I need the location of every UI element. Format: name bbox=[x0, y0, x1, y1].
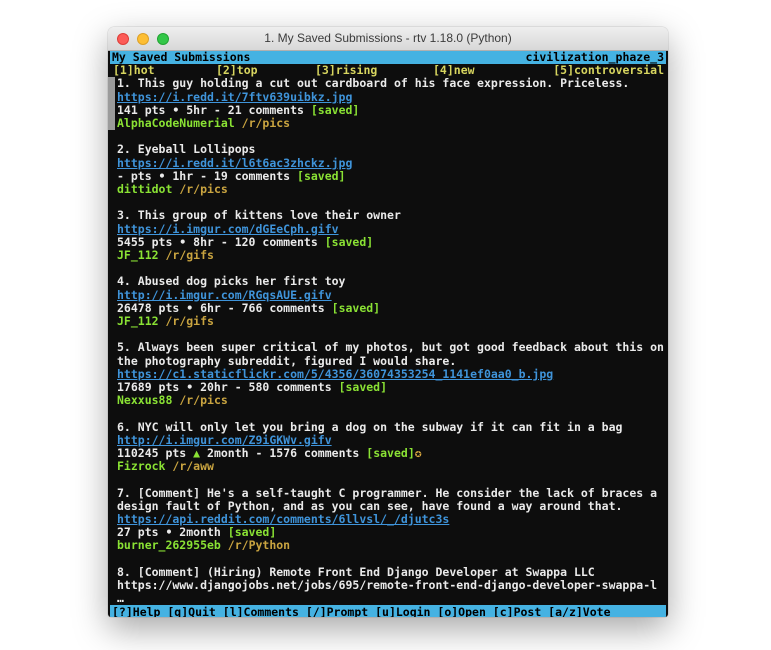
submission-subreddit: /r/gifs bbox=[165, 248, 213, 262]
submission-byline: JF_112 /r/gifs bbox=[110, 315, 666, 328]
submission-subreddit: /r/Python bbox=[228, 538, 290, 552]
submission-subreddit: /r/pics bbox=[179, 182, 227, 196]
stats-text: 5455 pts • 8hr - 120 comments bbox=[117, 235, 325, 249]
submission-title: 6. NYC will only let you bring a dog on … bbox=[110, 421, 666, 434]
submission-title: 7. [Comment] He's a self-taught C progra… bbox=[110, 487, 666, 513]
submission-6[interactable]: 6. NYC will only let you bring a dog on … bbox=[110, 421, 666, 474]
submission-subreddit: /r/pics bbox=[179, 393, 227, 407]
stats-text: 17689 pts • 20hr - 580 comments bbox=[117, 380, 339, 394]
submission-author: burner_262955eb bbox=[117, 538, 221, 552]
saved-or-vote-indicator: [saved] bbox=[366, 446, 414, 460]
saved-or-vote-indicator: [saved] bbox=[325, 235, 373, 249]
submission-title: 8. [Comment] (Hiring) Remote Front End D… bbox=[110, 566, 666, 592]
submission-byline: JF_112 /r/gifs bbox=[110, 249, 666, 262]
stats-text: 26478 pts • 6hr - 766 comments bbox=[117, 301, 332, 315]
submission-subreddit: /r/aww bbox=[172, 459, 214, 473]
submission-byline: AlphaCodeNumerial /r/pics bbox=[110, 117, 666, 130]
submission-byline: burner_262955eb /r/Python bbox=[110, 539, 666, 552]
truncation-ellipsis: … bbox=[110, 592, 666, 605]
submission-title: 2. Eyeball Lollipops bbox=[110, 143, 666, 156]
gilded-icon: ✪ bbox=[415, 446, 422, 460]
window-titlebar[interactable]: 1. My Saved Submissions - rtv 1.18.0 (Py… bbox=[108, 27, 668, 51]
submission-author: AlphaCodeNumerial bbox=[117, 116, 235, 130]
saved-or-vote-indicator: [saved] bbox=[332, 301, 380, 315]
submission-title: 1. This guy holding a cut out cardboard … bbox=[110, 77, 666, 90]
submission-author: JF_112 bbox=[117, 248, 159, 262]
submission-4[interactable]: 4. Abused dog picks her first toyhttp://… bbox=[110, 275, 666, 328]
submission-byline: Nexxus88 /r/pics bbox=[110, 394, 666, 407]
stats-text: 2month - 1576 comments bbox=[200, 446, 366, 460]
saved-or-vote-indicator: [saved] bbox=[339, 380, 387, 394]
submission-title: 3. This group of kittens love their owne… bbox=[110, 209, 666, 222]
submission-list: 1. This guy holding a cut out cardboard … bbox=[110, 77, 666, 605]
terminal-window: 1. My Saved Submissions - rtv 1.18.0 (Py… bbox=[108, 27, 668, 617]
stats-text: 141 pts • 5hr - 21 comments bbox=[117, 103, 311, 117]
submission-subreddit: /r/pics bbox=[242, 116, 290, 130]
submission-title: 5. Always been super critical of my phot… bbox=[110, 341, 666, 367]
submission-3[interactable]: 3. This group of kittens love their owne… bbox=[110, 209, 666, 262]
window-title: 1. My Saved Submissions - rtv 1.18.0 (Py… bbox=[108, 27, 668, 50]
submission-title: 4. Abused dog picks her first toy bbox=[110, 275, 666, 288]
saved-or-vote-indicator: [saved] bbox=[228, 525, 276, 539]
submission-7[interactable]: 7. [Comment] He's a self-taught C progra… bbox=[110, 487, 666, 553]
submission-1[interactable]: 1. This guy holding a cut out cardboard … bbox=[110, 77, 666, 130]
saved-or-vote-indicator: [saved] bbox=[311, 103, 359, 117]
submission-8[interactable]: 8. [Comment] (Hiring) Remote Front End D… bbox=[110, 566, 666, 606]
submission-2[interactable]: 2. Eyeball Lollipopshttps://i.redd.it/l6… bbox=[110, 143, 666, 196]
saved-or-vote-indicator: [saved] bbox=[297, 169, 345, 183]
submission-author: dittidot bbox=[117, 182, 172, 196]
stats-text: 110245 pts bbox=[117, 446, 193, 460]
submission-author: Nexxus88 bbox=[117, 393, 172, 407]
desktop-background: 1. My Saved Submissions - rtv 1.18.0 (Py… bbox=[0, 0, 771, 650]
submission-5[interactable]: 5. Always been super critical of my phot… bbox=[110, 341, 666, 407]
status-bar: [?]Help [q]Quit [l]Comments [/]Prompt [u… bbox=[110, 605, 666, 617]
submission-subreddit: /r/gifs bbox=[165, 314, 213, 328]
terminal-screen: My Saved Submissions civilization_phaze_… bbox=[108, 51, 668, 617]
submission-author: JF_112 bbox=[117, 314, 159, 328]
stats-text: 27 pts • 2month bbox=[117, 525, 228, 539]
submission-author: Fizrock bbox=[117, 459, 165, 473]
stats-text: - pts • 1hr - 19 comments bbox=[117, 169, 297, 183]
submission-byline: Fizrock /r/aww bbox=[110, 460, 666, 473]
submission-byline: dittidot /r/pics bbox=[110, 183, 666, 196]
